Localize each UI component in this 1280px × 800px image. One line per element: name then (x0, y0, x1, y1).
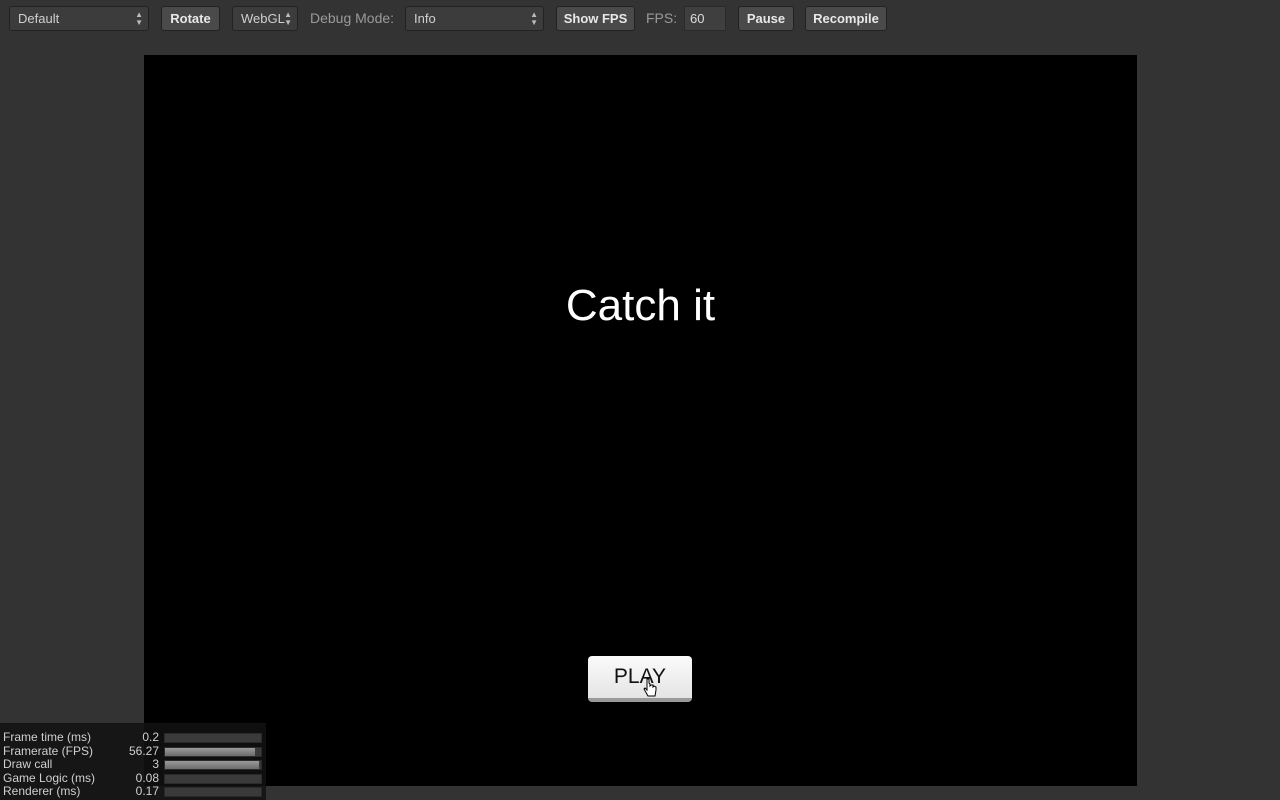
stat-bar-fill (165, 747, 256, 756)
stat-row: Draw call 3 (0, 757, 266, 772)
up-down-arrow-icon: ▲ ▼ (530, 10, 538, 27)
stat-name: Renderer (ms) (3, 784, 81, 798)
stat-value: 56.27 (128, 743, 159, 758)
resolution-select[interactable]: Default ▲ ▼ (9, 6, 149, 31)
play-button-label: PLAY (613, 665, 667, 688)
stat-value: 3 (152, 757, 159, 771)
game-title: Catch it (565, 281, 716, 330)
game-canvas[interactable]: Catch it PLAY (144, 55, 1137, 786)
profiler-stats-panel: Frame time (ms) 0.2 Framerate (FPS) 56.27 Dr… (0, 723, 266, 800)
stat-name: Framerate (FPS) (3, 743, 94, 758)
stat-name: Frame time (ms) (3, 730, 91, 744)
debug-mode-label: Debug Mode: (310, 10, 395, 26)
pointer-hand-icon (643, 678, 657, 697)
recompile-button[interactable]: Recompile (805, 6, 887, 31)
stat-bar (164, 733, 262, 743)
stat-value: 0.2 (142, 730, 159, 744)
renderer-select-value: WebGL (241, 11, 285, 26)
up-down-arrow-icon: ▲ ▼ (284, 10, 292, 27)
show-fps-button[interactable]: Show FPS (556, 6, 635, 31)
pause-button[interactable]: Pause (738, 6, 794, 31)
stat-bar (164, 787, 262, 797)
fps-label: FPS: (646, 10, 678, 26)
stat-name: Game Logic (ms) (3, 770, 96, 785)
fps-input[interactable]: 60 (684, 6, 726, 31)
stat-bar (164, 760, 262, 770)
stat-bar (164, 773, 262, 784)
play-button[interactable]: PLAY (588, 656, 692, 702)
stat-row: Frame time (ms) 0.2 (0, 730, 266, 745)
up-down-arrow-icon: ▲ ▼ (135, 10, 143, 27)
stat-bar (164, 746, 262, 757)
stat-row: Renderer (ms) 0.17 (0, 784, 266, 799)
debug-mode-select[interactable]: Info ▲ ▼ (405, 6, 544, 31)
stat-row: Framerate (FPS) 56.27 (0, 743, 266, 759)
stat-row: Game Logic (ms) 0.08 (0, 770, 266, 786)
stat-value: 0.08 (135, 770, 159, 785)
debug-mode-select-value: Info (414, 11, 436, 26)
stat-bar-fill (165, 761, 260, 769)
stat-value: 0.17 (135, 784, 159, 798)
stat-name: Draw call (3, 757, 53, 771)
rotate-button[interactable]: Rotate (161, 6, 220, 31)
toolbar: Default ▲ ▼ Rotate WebGL ▲ ▼ Debug Mode: I… (0, 0, 1280, 38)
resolution-select-value: Default (18, 11, 60, 26)
renderer-select[interactable]: WebGL ▲ ▼ (232, 6, 298, 31)
